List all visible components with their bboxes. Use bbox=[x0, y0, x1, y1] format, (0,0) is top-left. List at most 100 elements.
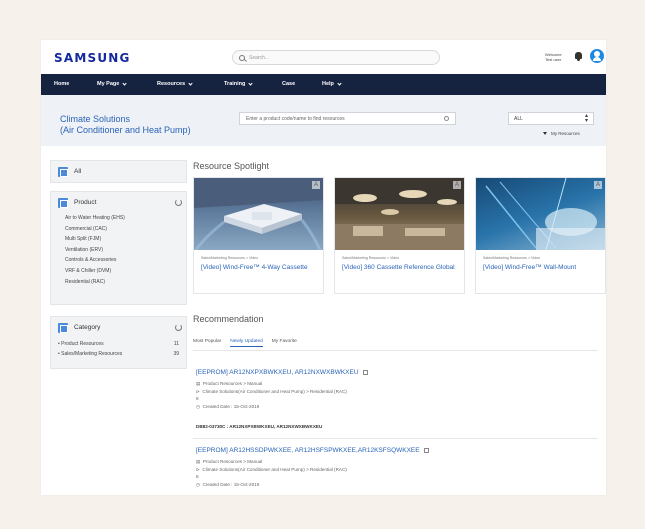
my-resources-dropdown[interactable]: My Resources bbox=[543, 131, 580, 136]
filter-value: ALL bbox=[514, 116, 523, 122]
recommendation-title: Recommendation bbox=[193, 314, 264, 324]
spotlight-card[interactable]: A Sales/Marketing Resources > Video [Vid… bbox=[334, 177, 465, 294]
item-code: DB82-03730C : AR12NXPXBWKXEU, AR12NXWXBW… bbox=[196, 424, 323, 429]
external-link-icon[interactable] bbox=[362, 369, 368, 375]
item-type: Product Resources > Manual bbox=[202, 459, 263, 464]
nav-label: Home bbox=[54, 81, 70, 87]
card-title-link[interactable]: [Video] Wind-Free™ Wall-Mount bbox=[483, 264, 601, 273]
refresh-icon[interactable] bbox=[175, 324, 182, 331]
product-item[interactable]: Air to Water Heating (EHS) bbox=[65, 213, 125, 224]
nav-label: Resources bbox=[157, 81, 186, 87]
folder-icon: ⊳ bbox=[196, 466, 200, 472]
item-type: Product Resources > Manual bbox=[202, 381, 263, 386]
spotlight-title: Resource Spotlight bbox=[193, 161, 270, 171]
spotlight-card[interactable]: A Sales/Marketing Resources > Video [Vid… bbox=[475, 177, 606, 294]
main-nav: Home My Page Resources Training Case Hel… bbox=[41, 74, 606, 95]
page-title: Climate Solutions (Air Conditioner and H… bbox=[60, 114, 191, 136]
item-product: Climate Solutions(Air Conditioner and He… bbox=[202, 388, 347, 394]
item-product: Climate Solutions(Air Conditioner and He… bbox=[202, 466, 347, 472]
card-meta: Sales/Marketing Resources > Video bbox=[201, 256, 259, 260]
item-extra: 8 bbox=[196, 396, 199, 402]
nav-label: My Page bbox=[97, 81, 120, 87]
external-link-icon[interactable] bbox=[423, 447, 429, 453]
document-icon: ▤ bbox=[196, 381, 201, 386]
refresh-icon[interactable] bbox=[175, 199, 182, 206]
tab-newly-updated[interactable]: Newly Updated bbox=[230, 339, 263, 347]
nav-label: Training bbox=[224, 81, 246, 87]
recommendation-item-title[interactable]: [EEPROM] AR12NXPXBWKXEU, AR12NXWXBWKXEU bbox=[196, 369, 368, 376]
page-title-line1: Climate Solutions bbox=[60, 114, 131, 124]
nav-training[interactable]: Training bbox=[224, 80, 254, 87]
product-list: Air to Water Heating (EHS) Commercial (C… bbox=[65, 213, 125, 287]
product-item[interactable]: Commercial (CAC) bbox=[65, 224, 125, 235]
search-icon bbox=[239, 54, 245, 61]
my-resources-label: My Resources bbox=[551, 131, 580, 136]
sort-arrows-icon: ▴ ▾ bbox=[584, 113, 588, 124]
category-panel-title: Category bbox=[74, 324, 101, 331]
tab-most-popular[interactable]: Most Popular bbox=[193, 339, 221, 347]
folder-icon: ⊳ bbox=[196, 388, 200, 394]
recommendation-tabs: Most Popular Newly Updated My Favorite bbox=[193, 339, 297, 347]
recommendation-item-title[interactable]: [EEPROM] AR12HSSDPWKXEE, AR12HSFSPWKXEE,… bbox=[196, 447, 429, 454]
clock-icon: ◷ bbox=[196, 481, 201, 487]
nav-label: Case bbox=[282, 81, 296, 87]
product-search-input[interactable]: Enter a product code/name to find resour… bbox=[239, 112, 456, 125]
welcome-text: Welcome Test user bbox=[545, 52, 562, 62]
chevron-down-icon bbox=[248, 80, 254, 86]
category-count: 11 bbox=[173, 341, 179, 347]
samsung-logo[interactable]: SAMSUNG bbox=[54, 51, 131, 65]
product-filter-panel: Product Air to Water Heating (EHS) Comme… bbox=[50, 191, 187, 305]
item-extra: 8 bbox=[196, 474, 199, 480]
page-title-line2: (Air Conditioner and Heat Pump) bbox=[60, 125, 191, 135]
nav-label: Help bbox=[322, 81, 334, 87]
divider bbox=[193, 438, 598, 439]
card-meta: Sales/Marketing Resources > Video bbox=[483, 256, 541, 260]
product-item[interactable]: Residential (RAC) bbox=[65, 277, 125, 288]
tab-my-favorite[interactable]: My Favorite bbox=[272, 339, 297, 347]
chevron-down-icon bbox=[337, 80, 342, 86]
corner-badge-icon: A bbox=[594, 181, 602, 189]
global-search-input[interactable]: Search... bbox=[232, 50, 440, 65]
category-item[interactable]: • Product Resources bbox=[58, 339, 122, 349]
category-list: • Product Resources • Sales/Marketing Re… bbox=[58, 339, 122, 359]
top-header: SAMSUNG Search... Welcome Test user bbox=[41, 40, 606, 74]
card-meta: Sales/Marketing Resources > Video bbox=[342, 256, 400, 260]
caret-down-icon bbox=[543, 132, 547, 135]
chevron-down-icon bbox=[122, 80, 127, 86]
spotlight-card[interactable]: A Sales/Marketing Resources > Video [Vid… bbox=[193, 177, 324, 294]
cassette-video-thumbnail[interactable]: A bbox=[194, 178, 323, 250]
product-item[interactable]: Ventilation (ERV) bbox=[65, 245, 125, 256]
search-icon bbox=[444, 116, 449, 121]
nav-case[interactable]: Case bbox=[282, 81, 295, 87]
avatar[interactable] bbox=[590, 49, 604, 63]
product-item[interactable]: Controls & Accessories bbox=[65, 255, 125, 266]
nav-home[interactable]: Home bbox=[54, 81, 69, 87]
nav-help[interactable]: Help bbox=[322, 80, 342, 87]
document-icon: ▤ bbox=[196, 459, 201, 464]
product-item[interactable]: VRF & Chiller (DVM) bbox=[65, 266, 125, 277]
item-created: Created Date : 15-Oct-2019 bbox=[202, 403, 260, 409]
product-item[interactable]: Multi Split (FJM) bbox=[65, 234, 125, 245]
user-name: Test user bbox=[545, 57, 562, 62]
corner-badge-icon: A bbox=[453, 181, 461, 189]
office-video-thumbnail[interactable]: A bbox=[335, 178, 464, 250]
corner-badge-icon: A bbox=[312, 181, 320, 189]
bell-icon[interactable] bbox=[575, 52, 582, 61]
chevron-down-icon bbox=[188, 80, 193, 86]
filter-select[interactable]: ALL ▴ ▾ bbox=[508, 112, 594, 125]
card-title-link[interactable]: [Video] 360 Cassette Reference Global bbox=[342, 264, 460, 273]
card-title-link[interactable]: [Video] Wind-Free™ 4-Way Cassette bbox=[201, 264, 319, 273]
title-band: Climate Solutions (Air Conditioner and H… bbox=[41, 95, 606, 146]
category-filter-panel: Category • Product Resources • Sales/Mar… bbox=[50, 316, 187, 369]
all-filter-panel[interactable]: All bbox=[50, 160, 187, 183]
clock-icon: ◷ bbox=[196, 403, 201, 409]
nav-resources[interactable]: Resources bbox=[157, 80, 193, 87]
category-icon bbox=[58, 323, 68, 333]
wall-mount-video-thumbnail[interactable]: A bbox=[476, 178, 605, 250]
nav-my-page[interactable]: My Page bbox=[97, 80, 127, 87]
category-item[interactable]: • Sales/Marketing Resources bbox=[58, 349, 122, 359]
category-counts: 11 39 bbox=[167, 339, 179, 359]
grid-icon bbox=[58, 167, 68, 177]
portal-window: SAMSUNG Search... Welcome Test user Home… bbox=[41, 40, 606, 495]
search-placeholder: Search... bbox=[249, 54, 270, 61]
